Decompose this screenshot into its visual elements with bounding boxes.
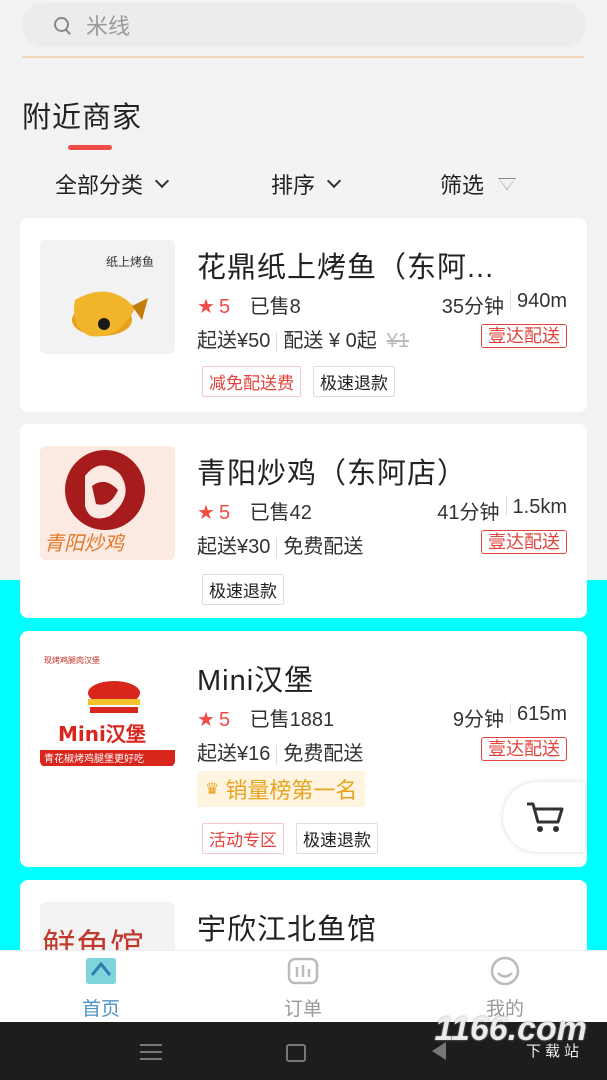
store-rating: 5 xyxy=(218,709,231,731)
store-card[interactable]: 鲜鱼馆 宇欣江北鱼馆 xyxy=(20,880,587,960)
store-sold: 已售1881 xyxy=(249,709,335,731)
delivery-fee: 免费配送 xyxy=(283,536,364,558)
store-delivery-info: 起送¥50 配送 ¥ 0起 ¥1 壹达配送 xyxy=(197,324,567,352)
funnel-icon xyxy=(498,178,517,190)
refund-tag: 极速退款 xyxy=(202,574,284,605)
store-sold: 已售8 xyxy=(249,296,301,318)
store-tags: 活动专区 极速退款 xyxy=(202,823,378,854)
store-card[interactable]: 纸上烤鱼 花鼎纸上烤鱼（东阿... ★ 5 已售8 35分钟 940m 起送¥50 配… xyxy=(20,218,587,412)
nav-home[interactable]: 首页 xyxy=(41,955,161,1021)
store-tags: 减免配送费 极速退款 xyxy=(202,366,395,397)
store-logo: 纸上烤鱼 xyxy=(40,240,175,354)
star-icon: ★ xyxy=(197,296,215,318)
filter-bar: 全部分类 排序 筛选 xyxy=(22,150,586,212)
sales-rank-label: 销量榜第一名 xyxy=(225,778,358,803)
store-distance: 940m xyxy=(516,290,567,312)
star-icon: ★ xyxy=(197,709,215,731)
screen-filter-label: 筛选 xyxy=(440,173,485,198)
refund-tag: 极速退款 xyxy=(313,366,395,397)
sort-filter-label: 排序 xyxy=(271,173,316,198)
activity-tag: 活动专区 xyxy=(202,823,284,854)
separator xyxy=(509,290,511,310)
min-order: 起送¥30 xyxy=(197,536,271,558)
delivery-fee: 配送 ¥ 0起 xyxy=(283,330,377,352)
store-logo: 现烤鸡腿肉汉堡 Mini汉堡 青花椒烤鸡腿堡更好吃 xyxy=(40,653,175,767)
store-logo: 青阳炒鸡 xyxy=(40,446,175,560)
chevron-down-icon xyxy=(154,173,170,189)
watermark-sub: 下载站 xyxy=(525,1043,583,1060)
store-delivery-info: 起送¥16 免费配送 壹达配送 xyxy=(197,737,567,765)
profile-icon xyxy=(490,956,520,986)
separator xyxy=(276,331,278,352)
logo-top-text: 现烤鸡腿肉汉堡 xyxy=(44,655,100,665)
separator xyxy=(276,744,278,765)
cart-icon xyxy=(527,802,564,832)
min-order: 起送¥50 xyxy=(197,330,271,352)
nav-home-label: 首页 xyxy=(81,999,120,1020)
store-name: 宇欣江北鱼馆 xyxy=(197,914,378,946)
refund-tag: 极速退款 xyxy=(296,823,378,854)
delivery-fee: 免费配送 xyxy=(283,743,364,765)
search-placeholder: 米线 xyxy=(86,14,131,39)
nav-orders-label: 订单 xyxy=(283,999,322,1020)
store-card[interactable]: 青阳炒鸡 青阳炒鸡（东阿店） ★ 5 已售42 41分钟 1.5km 起送¥30 免费… xyxy=(20,424,587,618)
search-icon xyxy=(54,17,70,33)
category-filter[interactable]: 全部分类 xyxy=(55,168,170,200)
store-card[interactable]: 现烤鸡腿肉汉堡 Mini汉堡 青花椒烤鸡腿堡更好吃 Mini汉堡 ★ 5 已售18… xyxy=(20,631,587,867)
logo-bottom-text: 青花椒烤鸡腿堡更好吃 xyxy=(44,752,144,765)
orders-icon xyxy=(287,957,319,985)
divider xyxy=(22,56,584,58)
menu-icon[interactable] xyxy=(140,1044,162,1065)
store-tags: 极速退款 xyxy=(202,574,284,605)
crown-icon: ♛ xyxy=(205,781,220,798)
star-icon: ★ xyxy=(197,502,215,524)
store-name: Mini汉堡 xyxy=(197,665,315,697)
promo-tag: 减免配送费 xyxy=(202,366,301,397)
delivery-service-badge: 壹达配送 xyxy=(481,324,567,348)
category-filter-label: 全部分类 xyxy=(55,173,144,198)
store-distance: 1.5km xyxy=(512,496,567,518)
delivery-service-badge: 壹达配送 xyxy=(481,530,567,554)
store-stats: ★ 5 已售42 41分钟 1.5km xyxy=(197,496,567,524)
home-square-icon[interactable] xyxy=(286,1044,306,1062)
delivery-time: 41分钟 xyxy=(437,502,500,524)
sort-filter[interactable]: 排序 xyxy=(271,168,342,200)
screen-filter[interactable]: 筛选 xyxy=(440,168,517,200)
store-name: 花鼎纸上烤鱼（东阿... xyxy=(197,252,495,284)
min-order: 起送¥16 xyxy=(197,743,271,765)
original-fee: ¥1 xyxy=(386,330,409,352)
section-title: 附近商家 xyxy=(22,102,143,134)
store-rating: 5 xyxy=(218,296,231,318)
home-icon xyxy=(86,958,116,984)
logo-brand-text: Mini汉堡 xyxy=(58,722,146,746)
separator xyxy=(505,496,507,516)
cart-button[interactable] xyxy=(503,782,585,852)
logo-vertical-text-1: 纸上烤鱼 xyxy=(106,254,154,269)
store-delivery-info: 起送¥30 免费配送 壹达配送 xyxy=(197,530,567,558)
delivery-service-badge: 壹达配送 xyxy=(481,737,567,761)
sales-rank-badge: ♛ 销量榜第一名 xyxy=(197,771,366,807)
separator xyxy=(276,537,278,558)
store-stats: ★ 5 已售8 35分钟 940m xyxy=(197,290,567,318)
separator xyxy=(509,703,511,723)
chevron-down-icon xyxy=(326,173,342,189)
logo-brand-text: 青阳炒鸡 xyxy=(44,531,126,555)
nav-orders[interactable]: 订单 xyxy=(243,955,363,1021)
delivery-time: 35分钟 xyxy=(441,296,504,318)
search-input[interactable]: 米线 xyxy=(22,3,586,47)
store-distance: 615m xyxy=(516,703,567,725)
store-stats: ★ 5 已售1881 9分钟 615m xyxy=(197,703,567,731)
store-name: 青阳炒鸡（东阿店） xyxy=(197,458,468,490)
store-rating: 5 xyxy=(218,502,231,524)
delivery-time: 9分钟 xyxy=(452,709,504,731)
store-sold: 已售42 xyxy=(249,502,312,524)
